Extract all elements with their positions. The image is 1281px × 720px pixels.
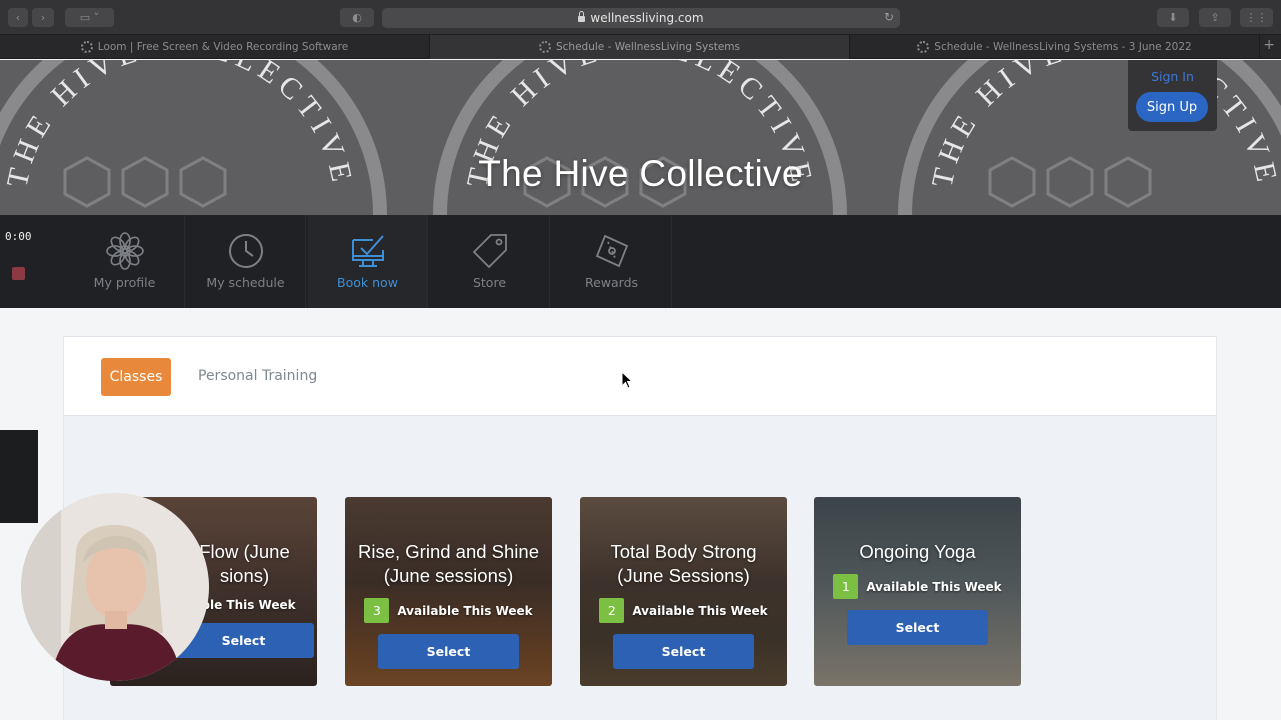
- nav-label: My profile: [93, 275, 156, 290]
- available-count-badge: 1: [833, 574, 859, 599]
- coupon-icon: [595, 234, 628, 268]
- select-button[interactable]: Select: [613, 634, 754, 669]
- webcam-bubble[interactable]: [21, 493, 209, 681]
- tab-classes[interactable]: Classes: [101, 358, 171, 396]
- browser-tab-schedule[interactable]: Schedule - WellnessLiving Systems: [430, 35, 850, 59]
- nav-item-my-profile[interactable]: My profile: [65, 215, 185, 308]
- class-title: Ongoing Yoga: [859, 541, 976, 562]
- mouse-cursor-icon: [621, 371, 633, 389]
- lock-icon: [578, 11, 586, 22]
- tab-title: Loom | Free Screen & Video Recording Sof…: [97, 41, 349, 53]
- sign-up-button[interactable]: Sign Up: [1136, 92, 1208, 122]
- tab-title: Schedule - WellnessLiving Systems: [555, 41, 740, 53]
- site-banner: THE HIVE COLLECTIVE THE HIVE COLLECTIVE …: [0, 60, 1281, 215]
- tab-overview-icon[interactable]: ⋮⋮: [1240, 8, 1273, 27]
- nav-label: Store: [472, 275, 507, 290]
- nav-item-rewards[interactable]: Rewards: [552, 215, 672, 308]
- availability: 3 Available This Week: [364, 598, 533, 623]
- reload-icon[interactable]: ↻: [884, 10, 894, 24]
- booking-tabs: Classes Personal Training: [64, 337, 1216, 416]
- main-nav: My profile My schedule Book now Store Re…: [0, 215, 1281, 523]
- availability-text: Available This Week: [632, 603, 768, 618]
- clock-icon: [228, 234, 263, 268]
- availability: 2 Available This Week: [599, 598, 768, 623]
- nav-item-store[interactable]: Store: [430, 215, 550, 308]
- site-title: The Hive Collective: [478, 153, 803, 194]
- new-tab-button[interactable]: +: [1263, 37, 1275, 53]
- sign-in-link[interactable]: Sign In: [1128, 69, 1217, 84]
- class-title: Rise, Grind and Shine (June sessions): [358, 541, 539, 586]
- availability-text: ble This Week: [201, 598, 296, 612]
- availability-text: Available This Week: [397, 603, 533, 618]
- tab-personal-training[interactable]: Personal Training: [198, 368, 317, 384]
- browser-toolbar: ‹ › ▭ ˅ ◐ wellnessliving.com ↻ ⬇ ⇪ ⋮⋮: [0, 0, 1281, 35]
- availability-text: Available This Week: [866, 579, 1002, 594]
- tab-strip: Loom | Free Screen & Video Recording Sof…: [0, 35, 1281, 59]
- monitor-check-icon: [351, 235, 384, 267]
- nav-label: Rewards: [584, 275, 639, 290]
- nav-label: Book now: [337, 275, 398, 290]
- available-count-badge: 3: [364, 598, 390, 623]
- available-count-badge: 2: [599, 598, 625, 623]
- class-card[interactable]: Total Body Strong (June Sessions) 2 Avai…: [580, 497, 787, 686]
- select-button[interactable]: Select: [847, 610, 988, 645]
- back-button[interactable]: ‹: [8, 8, 28, 27]
- recorder-strip: [0, 430, 38, 523]
- nav-item-my-schedule[interactable]: My schedule: [186, 215, 306, 308]
- loom-favicon-icon: [80, 41, 93, 53]
- auth-box: Sign In Sign Up: [1128, 60, 1217, 131]
- address-bar[interactable]: wellnessliving.com ↻: [382, 8, 900, 28]
- sidebar-toggle-button[interactable]: ▭ ˅: [65, 8, 114, 27]
- loading-favicon-icon: [917, 41, 930, 53]
- class-card[interactable]: Rise, Grind and Shine (June sessions) 3 …: [345, 497, 552, 686]
- recording-timer: 0:00: [5, 230, 32, 243]
- tab-title: Schedule - WellnessLiving Systems - 3 Ju…: [934, 41, 1192, 53]
- forward-button[interactable]: ›: [32, 8, 54, 27]
- nav-label: My schedule: [206, 275, 285, 290]
- flower-icon: [105, 232, 144, 270]
- browser-tab-loom[interactable]: Loom | Free Screen & Video Recording Sof…: [0, 35, 430, 59]
- select-button[interactable]: Select: [378, 634, 519, 669]
- class-title: Total Body Strong (June Sessions): [610, 541, 757, 586]
- browser-tab-schedule-june[interactable]: Schedule - WellnessLiving Systems - 3 Ju…: [850, 35, 1260, 59]
- availability: 1 Available This Week: [833, 574, 1002, 599]
- downloads-icon[interactable]: ⬇: [1157, 8, 1189, 27]
- stop-recording-button[interactable]: [12, 267, 25, 280]
- share-icon[interactable]: ⇪: [1199, 8, 1231, 27]
- presenter-video: [21, 493, 209, 681]
- tag-icon: [472, 234, 507, 269]
- url-text: wellnessliving.com: [590, 11, 704, 25]
- class-card[interactable]: Ongoing Yoga 1 Available This Week Selec…: [814, 497, 1021, 686]
- loading-favicon-icon: [538, 41, 551, 53]
- shield-icon[interactable]: ◐: [340, 8, 374, 27]
- nav-item-book-now[interactable]: Book now: [308, 215, 428, 308]
